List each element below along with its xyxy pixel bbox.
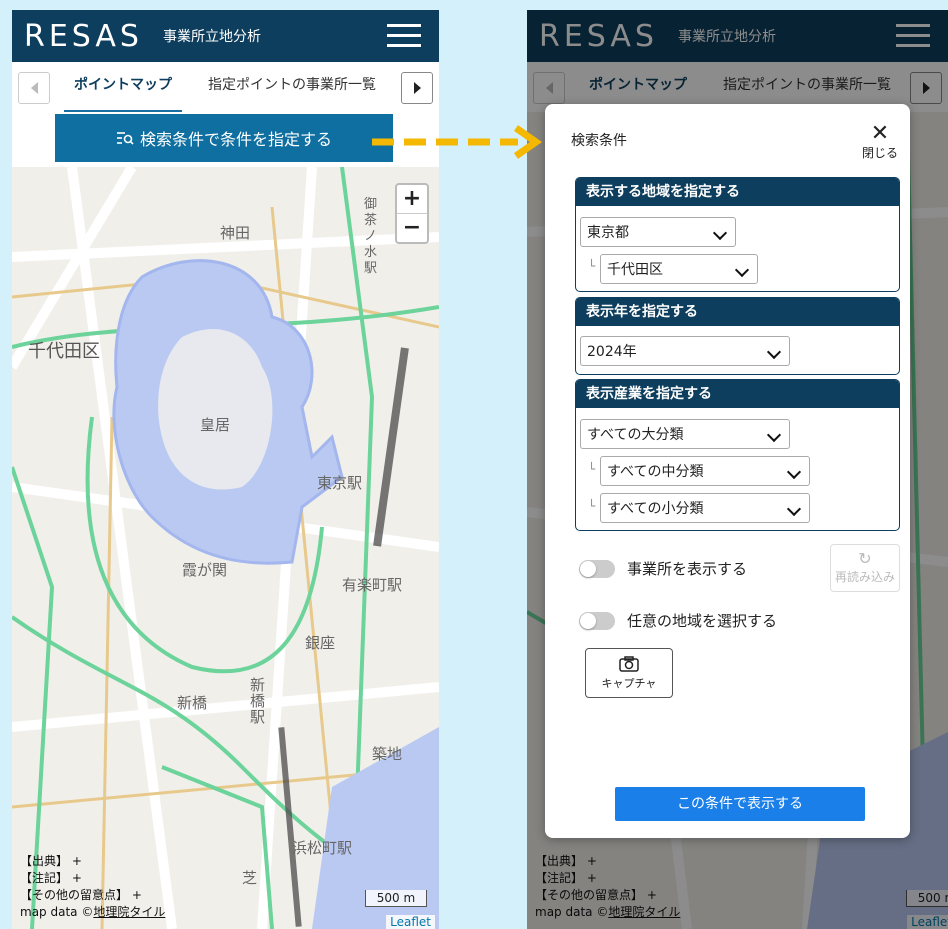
zoom-control: + −: [395, 183, 429, 244]
chevron-down-icon: [712, 225, 728, 241]
other-notes-toggle[interactable]: 【その他の留意点】 +: [20, 887, 165, 904]
leaflet-link[interactable]: Leaflet: [386, 915, 435, 929]
apply-conditions-button[interactable]: この条件で表示する: [615, 787, 865, 821]
map-label-shiba: 芝: [242, 869, 258, 887]
map-data-prefix: map data ©: [20, 905, 94, 919]
middle-category-select[interactable]: すべての中分類: [600, 456, 810, 486]
gsi-tile-link[interactable]: 地理院タイル: [93, 905, 165, 919]
map-label-tsukiji: 築地: [372, 745, 403, 763]
map-label-shimbashi-station: 新橋駅: [250, 676, 266, 726]
map-attribution: 【出典】 + 【注記】 + 【その他の留意点】 + map data ©地理院タ…: [20, 853, 165, 921]
scale-bar: 500 m: [365, 890, 427, 907]
show-offices-row: 事業所を表示する: [579, 558, 747, 579]
tree-branch-icon: └: [588, 259, 596, 273]
industry-section-heading: 表示産業を指定する: [576, 380, 899, 408]
minor-category-value: すべての小分類: [607, 501, 704, 517]
flow-arrow-icon: [372, 125, 543, 159]
map-label-kokyo: 皇居: [200, 416, 231, 434]
zoom-in-button[interactable]: +: [397, 185, 427, 214]
capture-label: キャプチャ: [601, 677, 657, 690]
year-section-heading: 表示年を指定する: [576, 298, 899, 326]
city-value: 千代田区: [607, 262, 663, 278]
select-region-label: 任意の地域を選択する: [627, 612, 778, 630]
tab-bar: ポイントマップ 指定ポイントの事業所一覧: [12, 62, 439, 113]
map-label-chiyoda: 千代田区: [28, 341, 100, 362]
year-value: 2024年: [587, 344, 637, 360]
chevron-down-icon: [734, 262, 750, 278]
major-category-value: すべての大分類: [587, 427, 684, 443]
map-label-kasumigaseki: 霞が関: [182, 561, 228, 579]
map-tiles: [12, 167, 439, 929]
map-label-ginza: 銀座: [305, 634, 336, 652]
prefecture-value: 東京都: [587, 225, 629, 241]
close-button[interactable]: ✕ 閉じる: [860, 121, 900, 161]
tab-prev-button[interactable]: [18, 72, 50, 104]
menu-icon[interactable]: [387, 24, 421, 48]
chevron-right-icon: [413, 82, 421, 94]
search-conditions-button[interactable]: 検索条件で条件を指定する: [55, 114, 393, 162]
chevron-down-icon: [786, 464, 802, 480]
major-category-select[interactable]: すべての大分類: [580, 419, 790, 449]
middle-category-value: すべての中分類: [607, 464, 704, 480]
reload-label: 再読み込み: [834, 570, 895, 584]
app-title: 事業所立地分析: [162, 29, 261, 45]
select-region-toggle[interactable]: [579, 611, 615, 630]
map-label-hamamatsucho: 浜松町駅: [292, 839, 353, 857]
reload-button[interactable]: ↻ 再読み込み: [830, 544, 900, 592]
map-data-credit: map data ©地理院タイル: [20, 904, 165, 921]
tab-office-list[interactable]: 指定ポイントの事業所一覧: [192, 62, 392, 110]
close-icon: ✕: [870, 121, 890, 146]
app-header: RESAS 事業所立地分析: [12, 10, 439, 62]
chevron-left-icon: [30, 82, 38, 94]
notes-toggle[interactable]: 【注記】 +: [20, 870, 165, 887]
zoom-out-button[interactable]: −: [397, 214, 427, 242]
map-label-ochanomizu: 御茶ノ水駅: [364, 197, 378, 276]
camera-icon: [619, 656, 639, 672]
tree-branch-icon: └: [588, 499, 596, 513]
close-label: 閉じる: [861, 146, 898, 160]
map-label-tokyo-station: 東京駅: [317, 474, 363, 492]
show-offices-toggle[interactable]: [579, 559, 615, 578]
tab-next-button[interactable]: [401, 72, 433, 104]
source-toggle[interactable]: 【出典】 +: [20, 853, 165, 870]
map-label-kanda: 神田: [220, 224, 251, 242]
chevron-down-icon: [786, 501, 802, 517]
industry-section: 表示産業を指定する すべての大分類 └ すべての中分類 └ すべての小分類: [575, 379, 900, 531]
map-view[interactable]: 千代田区 皇居 東京駅 霞が関 有楽町駅 銀座 新橋 新橋駅 築地 神田 御茶ノ…: [12, 167, 439, 929]
map-label-yurakucho: 有楽町駅: [342, 576, 403, 594]
filter-search-icon: [116, 132, 134, 145]
year-section: 表示年を指定する 2024年: [575, 297, 900, 375]
chevron-down-icon: [766, 344, 782, 360]
show-offices-label: 事業所を表示する: [627, 560, 748, 578]
city-select[interactable]: 千代田区: [600, 254, 758, 284]
capture-button[interactable]: キャプチャ: [585, 648, 673, 698]
region-section: 表示する地域を指定する 東京都 └ 千代田区: [575, 177, 900, 292]
resas-logo[interactable]: RESAS: [24, 19, 143, 54]
select-region-row: 任意の地域を選択する: [579, 610, 777, 631]
prefecture-select[interactable]: 東京都: [580, 217, 736, 247]
minor-category-select[interactable]: すべての小分類: [600, 493, 810, 523]
region-section-heading: 表示する地域を指定する: [576, 178, 899, 206]
map-label-shimbashi: 新橋: [177, 694, 208, 712]
search-conditions-modal: 検索条件 ✕ 閉じる 表示する地域を指定する 東京都 └ 千代田区 表示年を指定…: [545, 104, 910, 838]
chevron-down-icon: [766, 427, 782, 443]
tab-point-map[interactable]: ポイントマップ: [64, 62, 182, 112]
tree-branch-icon: └: [588, 462, 596, 476]
modal-title: 検索条件: [571, 133, 627, 149]
search-conditions-label: 検索条件で条件を指定する: [139, 132, 332, 149]
year-select[interactable]: 2024年: [580, 336, 790, 366]
refresh-icon: ↻: [858, 549, 872, 568]
